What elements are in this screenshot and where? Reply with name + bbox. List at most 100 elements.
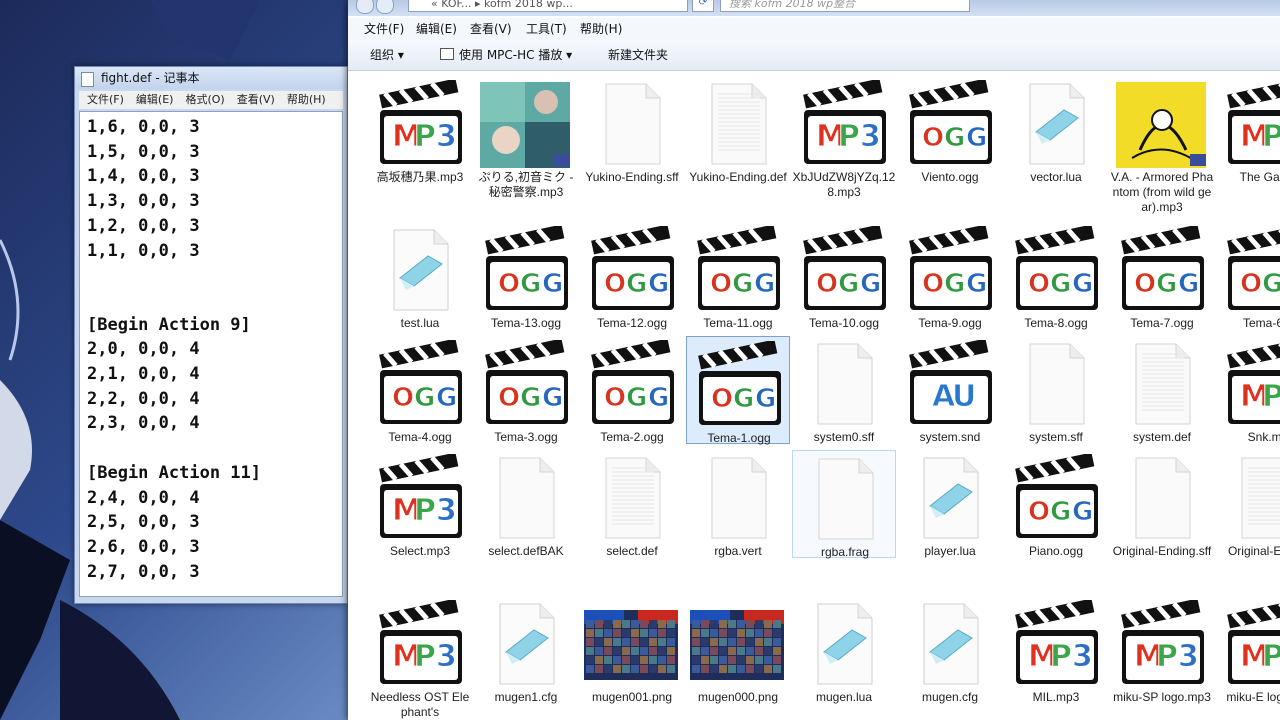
file-item[interactable]: OGG Tema-1.ogg [686, 336, 790, 445]
notepad-file-icon [476, 600, 576, 690]
ogg-file-icon: OGG [794, 224, 894, 316]
file-item[interactable]: rgba.frag [792, 450, 896, 559]
file-name: Tema-2.ogg [600, 430, 664, 444]
file-item[interactable]: OGG Tema-10.ogg [792, 222, 896, 330]
file-item[interactable]: mugen001.png [580, 596, 684, 704]
album-cover-icon [476, 80, 576, 170]
forward-button[interactable] [376, 0, 394, 14]
text-file-icon [1218, 454, 1280, 544]
notepad-titlebar[interactable]: fight.def - 记事本 [75, 67, 347, 89]
file-item[interactable]: OGG Piano.ogg [1004, 450, 1108, 558]
file-item[interactable]: OGG Tema-9.ogg [898, 222, 1002, 330]
file-item[interactable]: select.defBAK [474, 450, 578, 558]
file-item[interactable]: mugen.cfg [898, 596, 1002, 704]
svg-text:3: 3 [1072, 639, 1093, 674]
notepad-menu-view[interactable]: 查看(V) [237, 91, 275, 109]
file-item[interactable]: MP3 Select.mp3 [368, 450, 472, 558]
ogg-file-icon: OGG [900, 224, 1000, 316]
back-button[interactable] [356, 0, 374, 14]
file-item[interactable]: system0.sff [792, 336, 896, 444]
notepad-icon [81, 72, 94, 87]
file-item[interactable]: OGG Tema-4.ogg [368, 336, 472, 444]
mp3-file-icon: MP3 [1006, 598, 1106, 690]
notepad-text-area[interactable]: 1,6, 0,0, 3 1,5, 0,0, 3 1,4, 0,0, 3 1,3, 0,… [79, 111, 343, 597]
nav-arrows [356, 0, 396, 14]
file-name: 高坂穗乃果.mp3 [376, 170, 464, 184]
new-folder-button[interactable]: 新建文件夹 [608, 40, 668, 70]
file-item[interactable]: player.lua [898, 450, 1002, 558]
mp3-file-icon: MP3 [370, 78, 470, 170]
file-item[interactable]: MP3 高坂穗乃果.mp3 [368, 76, 472, 184]
ogg-file-icon: OGG [476, 224, 576, 316]
svg-text:P: P [1262, 119, 1280, 154]
file-item[interactable]: MP3 miku-SP logo.mp3 [1110, 596, 1214, 704]
file-item[interactable]: MP3 XbJUdZW8jYZq.128.mp3 [792, 76, 896, 199]
file-name: Yukino-Ending.sff [585, 170, 679, 184]
file-item[interactable]: OGG Tema-7.ogg [1110, 222, 1214, 330]
file-name: Needless OST Elephant's [370, 690, 470, 719]
file-item[interactable]: mugen000.png [686, 596, 790, 704]
file-item[interactable]: system.def [1110, 336, 1214, 444]
file-item[interactable]: V.A. - Armored Phantom (from wild gear).… [1110, 76, 1214, 214]
notepad-menu-file[interactable]: 文件(F) [87, 91, 124, 109]
file-grid: MP3 高坂穗乃果.mp3 ぷりる,初音ミク - 秘密警察.mp3 Yukino… [348, 72, 1280, 720]
file-item[interactable]: Original-En.def [1216, 450, 1280, 558]
file-name: system.snd [919, 430, 981, 444]
notepad-menu-help[interactable]: 帮助(H) [287, 91, 326, 109]
address-bar[interactable]: « KOF... ▸ kofm 2018 wp... [408, 0, 688, 12]
explorer-menu-file[interactable]: 文件(F) [364, 18, 404, 40]
notepad-menu-edit[interactable]: 编辑(E) [136, 91, 174, 109]
file-item[interactable]: MP3 MIL.mp3 [1004, 596, 1108, 704]
file-item[interactable]: OGG Tema-11.ogg [686, 222, 790, 330]
svg-text:G: G [754, 269, 775, 299]
file-item[interactable]: MP3 miku-E logo.mp [1216, 596, 1280, 704]
explorer-menubar: 文件(F) 编辑(E) 查看(V) 工具(T) 帮助(H) [348, 18, 1280, 40]
file-item[interactable]: OGG Tema-13.ogg [474, 222, 578, 330]
file-item[interactable]: OGG Tema-6.o [1216, 222, 1280, 330]
file-name: The Game [1239, 170, 1280, 184]
notepad-line: 2,0, 0,0, 4 [87, 339, 200, 360]
file-item[interactable]: mugen.lua [792, 596, 896, 704]
svg-text:O: O [1028, 497, 1050, 527]
file-item[interactable]: ぷりる,初音ミク - 秘密警察.mp3 [474, 76, 578, 199]
file-item[interactable]: Original-Ending.sff [1110, 450, 1214, 558]
file-item[interactable]: OGG Tema-12.ogg [580, 222, 684, 330]
file-name: system.sff [1029, 430, 1083, 444]
blank-file-icon [476, 454, 576, 544]
organize-button[interactable]: 组织 ▾ [370, 40, 404, 70]
file-item[interactable]: OGG Viento.ogg [898, 76, 1002, 184]
file-item[interactable]: MP3 The Game [1216, 76, 1280, 184]
explorer-menu-tools[interactable]: 工具(T) [526, 18, 567, 40]
file-item[interactable]: test.lua [368, 222, 472, 330]
file-item[interactable]: system.sff [1004, 336, 1108, 444]
file-item[interactable]: Yukino-Ending.def [686, 76, 790, 184]
file-item[interactable]: AU system.snd [898, 336, 1002, 444]
file-item[interactable]: OGG Tema-3.ogg [474, 336, 578, 444]
file-name: miku-E logo.mp [1226, 690, 1280, 704]
file-item[interactable]: vector.lua [1004, 76, 1108, 184]
file-name: Tema-1.ogg [707, 431, 771, 445]
file-item[interactable]: MP3 Needless OST Elephant's [368, 596, 472, 719]
explorer-window[interactable]: « KOF... ▸ kofm 2018 wp... ⟳ 搜索 kofm 201… [348, 0, 1280, 720]
file-item[interactable]: OGG Tema-8.ogg [1004, 222, 1108, 330]
file-item[interactable]: MP3 Snk.mp [1216, 336, 1280, 444]
notepad-window[interactable]: fight.def - 记事本 文件(F) 编辑(E) 格式(O) 查看(V) … [74, 66, 348, 604]
mpc-hc-icon [440, 48, 454, 60]
explorer-menu-help[interactable]: 帮助(H) [580, 18, 622, 40]
file-item[interactable]: mugen1.cfg [474, 596, 578, 704]
explorer-menu-view[interactable]: 查看(V) [470, 18, 512, 40]
file-name: Snk.mp [1247, 430, 1280, 444]
explorer-menu-edit[interactable]: 编辑(E) [416, 18, 457, 40]
file-item[interactable]: select.def [580, 450, 684, 558]
file-item[interactable]: OGG Tema-2.ogg [580, 336, 684, 444]
ogg-file-icon: OGG [1112, 224, 1212, 316]
file-item[interactable]: Yukino-Ending.sff [580, 76, 684, 184]
file-item[interactable]: rgba.vert [686, 450, 790, 558]
search-input[interactable]: 搜索 kofm 2018 wp整合 [720, 0, 970, 12]
svg-text:O: O [392, 383, 414, 413]
play-with-mpc-button[interactable]: 使用 MPC-HC 播放 ▾ [440, 40, 572, 70]
file-name: mugen.lua [815, 690, 873, 704]
notepad-menu-format[interactable]: 格式(O) [185, 91, 224, 109]
refresh-icon[interactable]: ⟳ [692, 0, 714, 12]
file-name: Original-Ending.sff [1112, 544, 1212, 558]
